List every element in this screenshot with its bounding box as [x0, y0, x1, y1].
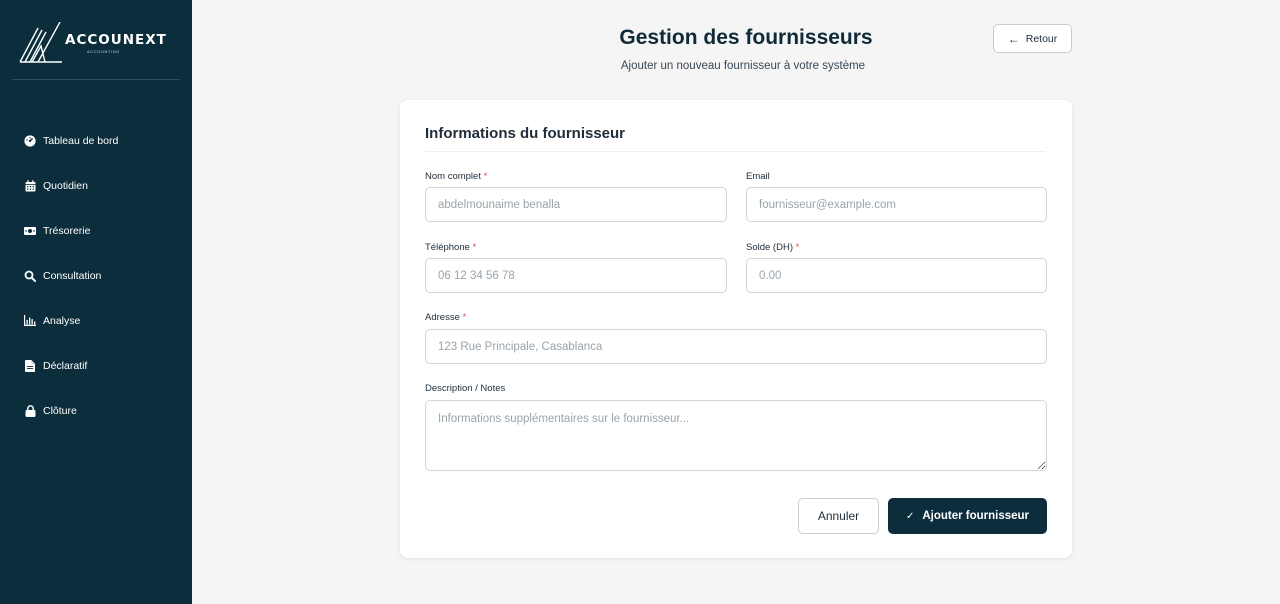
- sidebar-divider: [12, 79, 180, 80]
- sidebar-item-label: Tableau de bord: [43, 134, 119, 147]
- description-textarea[interactable]: [425, 400, 1047, 471]
- solde-label-text: Solde (DH): [746, 242, 793, 253]
- nom-complet-input[interactable]: [425, 187, 727, 222]
- back-button[interactable]: ← Retour: [993, 24, 1072, 53]
- email-label-text: Email: [746, 171, 770, 182]
- cancel-button-label: Annuler: [817, 509, 860, 523]
- check-icon: ✓: [905, 510, 915, 522]
- telephone-input[interactable]: [425, 258, 727, 293]
- required-asterisk: *: [795, 242, 800, 253]
- sidebar-item-declaratif[interactable]: Déclaratif: [0, 343, 192, 388]
- dashboard-gauge-icon: [24, 134, 36, 147]
- section-divider: [425, 151, 1046, 152]
- sidebar-item-tresorerie[interactable]: Trésorerie: [0, 208, 192, 253]
- money-bill-icon: [24, 225, 36, 237]
- telephone-label: Téléphone *: [425, 242, 476, 253]
- sidebar-item-label: Clôture: [43, 404, 77, 417]
- sidebar-item-label: Quotidien: [43, 179, 88, 192]
- page-subtitle: Ajouter un nouveau fournisseur à votre s…: [620, 60, 866, 72]
- adresse-label: Adresse *: [425, 312, 466, 323]
- telephone-label-text: Téléphone: [425, 242, 470, 253]
- adresse-input[interactable]: [425, 329, 1047, 364]
- sidebar-item-label: Trésorerie: [43, 224, 91, 237]
- add-supplier-button-label: Ajouter fournisseur: [922, 510, 1030, 522]
- required-asterisk: *: [483, 171, 488, 182]
- sidebar-item-label: Consultation: [43, 269, 102, 282]
- sidebar-item-label: Déclaratif: [43, 359, 88, 372]
- sidebar-item-cloture[interactable]: Clôture: [0, 388, 192, 433]
- lock-icon: [24, 404, 36, 417]
- cancel-button[interactable]: Annuler: [798, 498, 879, 534]
- description-label-text: Description / Notes: [425, 383, 506, 394]
- solde-label: Solde (DH) *: [746, 242, 799, 253]
- sidebar-nav: Tableau de bord Quotidien Trésorerie Con…: [0, 118, 192, 433]
- sidebar-item-quotidien[interactable]: Quotidien: [0, 163, 192, 208]
- supplier-form-card: Informations du fournisseur Nom complet …: [400, 100, 1072, 558]
- solde-input[interactable]: [746, 258, 1047, 293]
- form-section-title: Informations du fournisseur: [425, 125, 626, 142]
- sidebar-item-tableau-de-bord[interactable]: Tableau de bord: [0, 118, 192, 163]
- arrow-left-icon: ←: [1007, 31, 1020, 46]
- email-label: Email: [746, 171, 770, 182]
- page-title: Gestion des fournisseurs: [619, 26, 873, 49]
- add-supplier-button[interactable]: ✓ Ajouter fournisseur: [888, 498, 1047, 534]
- required-asterisk: *: [462, 312, 467, 323]
- email-input[interactable]: [746, 187, 1047, 222]
- calendar-icon: [24, 179, 36, 192]
- nom-complet-label: Nom complet *: [425, 171, 487, 182]
- search-icon: [24, 270, 36, 282]
- description-label: Description / Notes: [425, 383, 505, 394]
- required-asterisk: *: [472, 242, 477, 253]
- file-icon: [24, 359, 36, 372]
- sidebar-item-label: Analyse: [43, 314, 81, 327]
- adresse-label-text: Adresse: [425, 312, 460, 323]
- sidebar: ACCOUNEXT ACCOUNTING Tableau de bord Quo…: [0, 0, 192, 604]
- sidebar-item-analyse[interactable]: Analyse: [0, 298, 192, 343]
- nom-complet-label-text: Nom complet: [425, 171, 481, 182]
- back-button-label: Retour: [1025, 32, 1058, 45]
- bar-chart-icon: [24, 315, 36, 327]
- sidebar-item-consultation[interactable]: Consultation: [0, 253, 192, 298]
